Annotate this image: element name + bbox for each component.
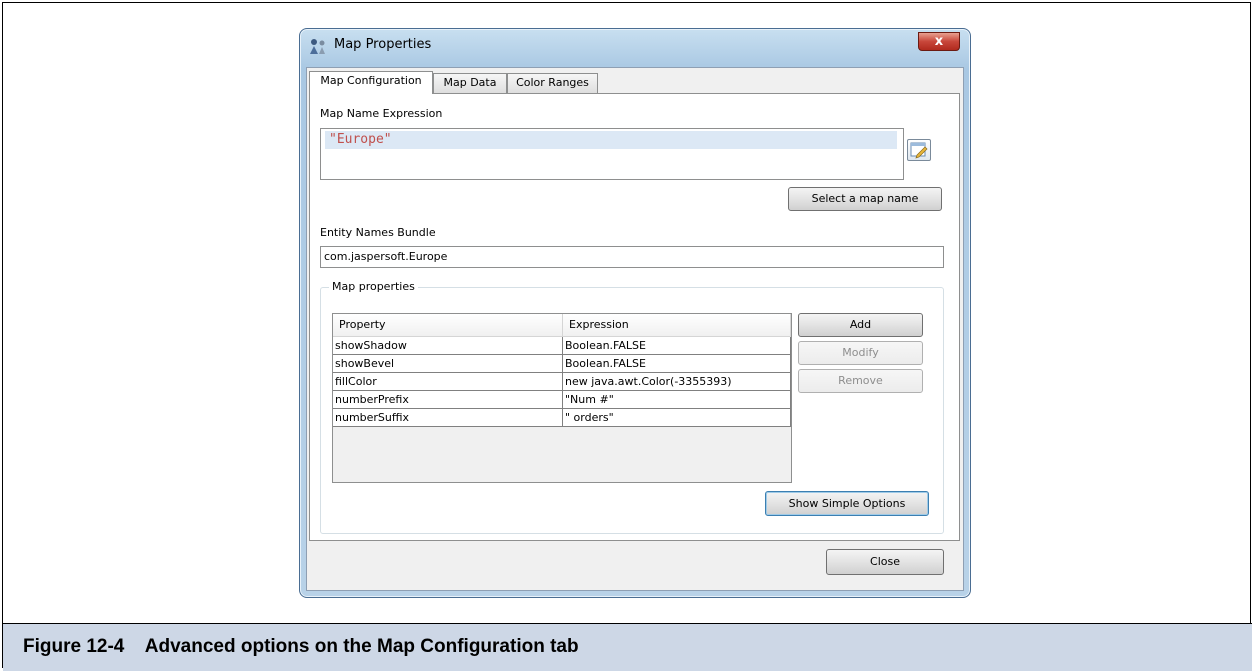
tab-label: Map Data — [443, 76, 497, 89]
title-bar[interactable]: Map Properties x — [300, 29, 970, 59]
window-close-button[interactable]: x — [918, 32, 960, 51]
dialog-client-area: Map Configuration Map Data Color Ranges … — [306, 67, 964, 591]
property-cell[interactable]: fillColor — [333, 373, 563, 391]
table-row[interactable]: showBevel Boolean.FALSE — [333, 355, 791, 373]
map-configuration-panel: Map Name Expression "Europe" Select a ma… — [309, 93, 960, 541]
column-header-expression[interactable]: Expression — [563, 314, 791, 336]
edit-expression-icon — [910, 142, 928, 159]
map-properties-icon — [308, 37, 328, 55]
add-property-button[interactable]: Add — [798, 313, 923, 337]
expression-cell[interactable]: " orders" — [563, 409, 791, 427]
remove-property-button[interactable]: Remove — [798, 369, 923, 393]
close-button[interactable]: Close — [826, 549, 944, 575]
tab-label: Color Ranges — [516, 76, 589, 89]
expression-cell[interactable]: new java.awt.Color(-3355393) — [563, 373, 791, 391]
property-cell[interactable]: showBevel — [333, 355, 563, 373]
entity-names-bundle-field[interactable]: com.jaspersoft.Europe — [320, 246, 944, 268]
table-row[interactable]: numberPrefix "Num #" — [333, 391, 791, 409]
map-name-expression-value[interactable]: "Europe" — [325, 131, 897, 149]
map-name-expression-editor[interactable]: "Europe" — [320, 128, 904, 180]
tab-color-ranges[interactable]: Color Ranges — [507, 73, 598, 93]
expression-cell[interactable]: Boolean.FALSE — [563, 337, 791, 355]
show-simple-options-button[interactable]: Show Simple Options — [765, 491, 929, 516]
tab-map-configuration[interactable]: Map Configuration — [309, 71, 433, 94]
figure-caption-bar: Figure 12-4 Advanced options on the Map … — [3, 623, 1252, 671]
map-name-expression-label: Map Name Expression — [320, 107, 443, 120]
modify-property-button[interactable]: Modify — [798, 341, 923, 365]
column-header-property[interactable]: Property — [333, 314, 563, 336]
expression-cell[interactable]: Boolean.FALSE — [563, 355, 791, 373]
property-cell[interactable]: showShadow — [333, 337, 563, 355]
entity-names-bundle-label: Entity Names Bundle — [320, 226, 436, 239]
table-header: Property Expression — [333, 314, 791, 337]
expression-cell[interactable]: "Num #" — [563, 391, 791, 409]
figure-caption: Figure 12-4 Advanced options on the Map … — [23, 636, 579, 657]
map-properties-table[interactable]: Property Expression showShadow Boolean.F… — [332, 313, 792, 483]
map-properties-group: Map properties Property Expression showS… — [320, 280, 944, 534]
tab-map-data[interactable]: Map Data — [433, 73, 507, 93]
table-row[interactable]: fillColor new java.awt.Color(-3355393) — [333, 373, 791, 391]
table-row[interactable]: numberSuffix " orders" — [333, 409, 791, 427]
map-properties-dialog: Map Properties x Map Configuration Map D… — [299, 28, 971, 598]
window-title: Map Properties — [334, 37, 432, 52]
edit-expression-button[interactable] — [907, 139, 931, 161]
map-properties-group-title: Map properties — [329, 280, 418, 293]
select-map-name-button[interactable]: Select a map name — [788, 187, 942, 211]
figure-frame: Map Properties x Map Configuration Map D… — [2, 2, 1252, 671]
property-cell[interactable]: numberSuffix — [333, 409, 563, 427]
table-row[interactable]: showShadow Boolean.FALSE — [333, 337, 791, 355]
tab-label: Map Configuration — [320, 74, 422, 87]
property-cell[interactable]: numberPrefix — [333, 391, 563, 409]
close-icon: x — [934, 34, 944, 49]
